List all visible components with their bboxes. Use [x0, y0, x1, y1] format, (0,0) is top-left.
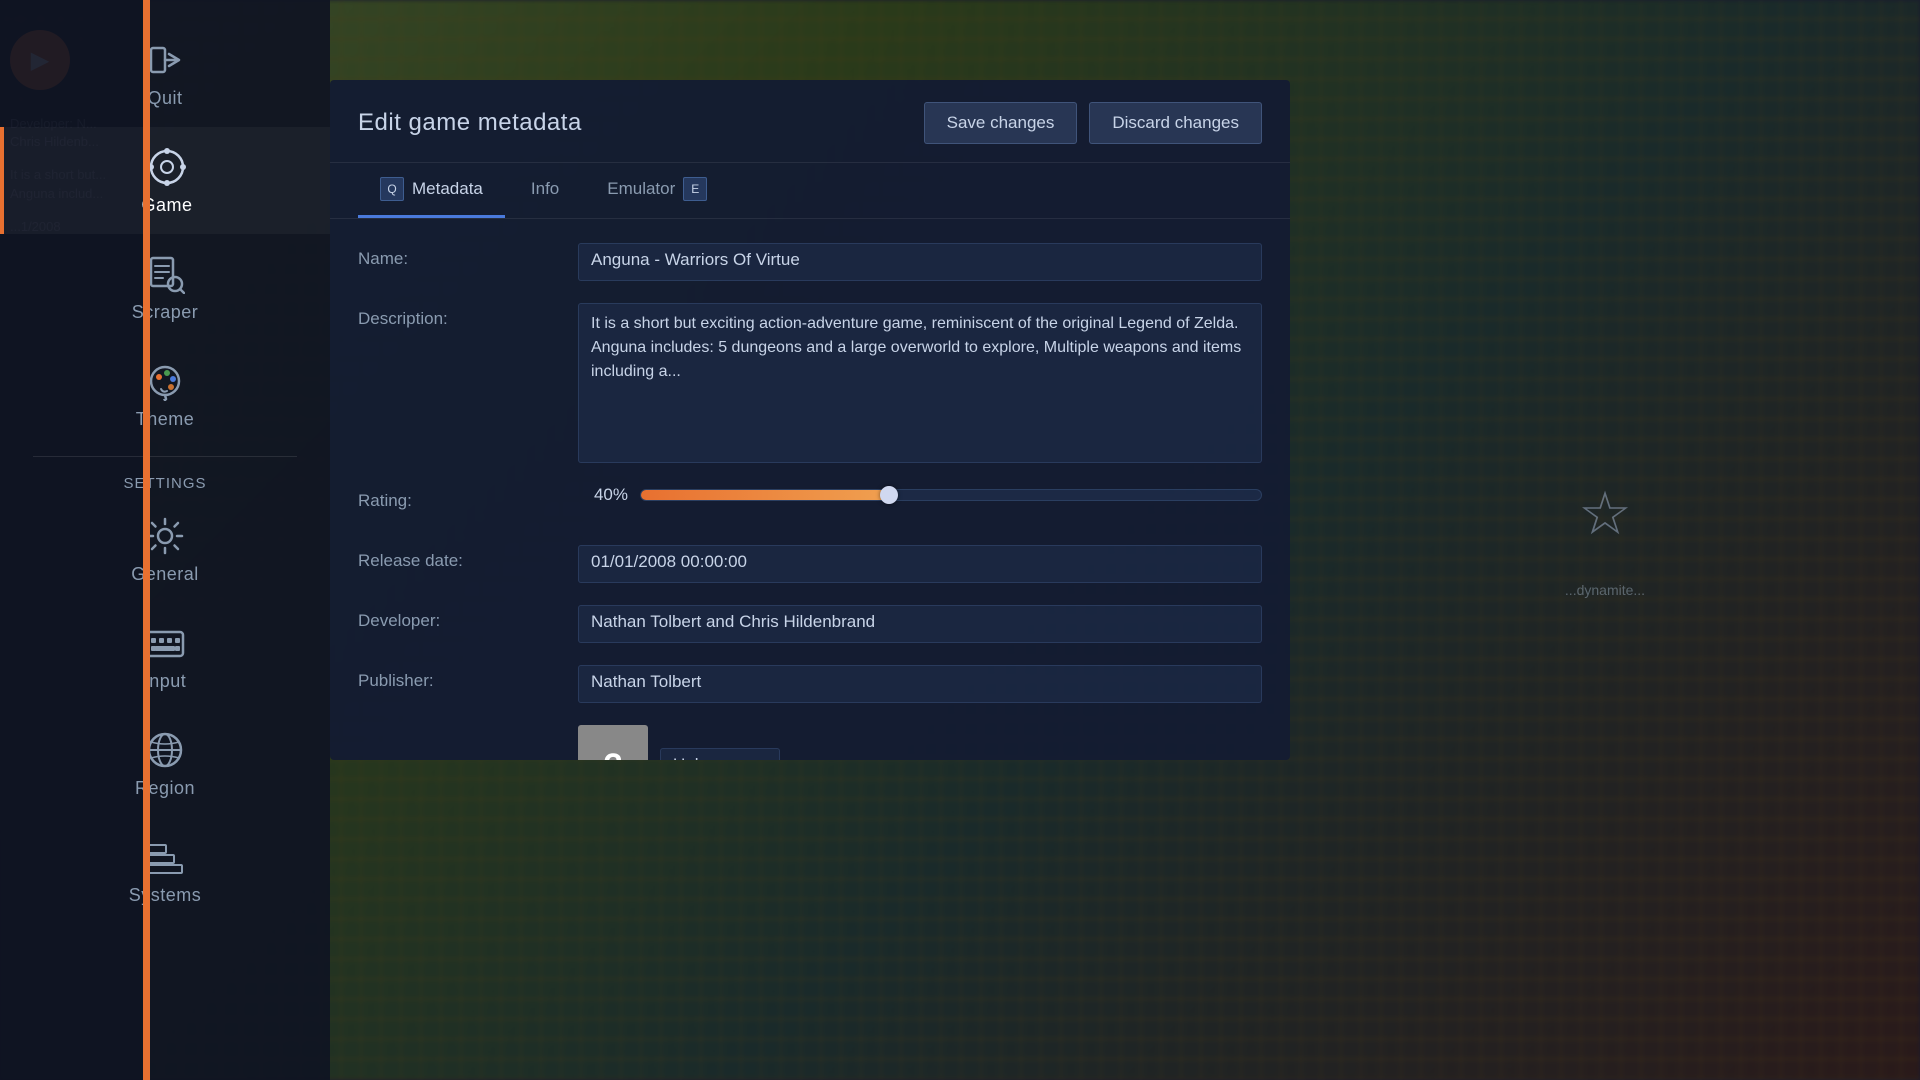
- bg-right-area: ☆ ...dynamite...: [1290, 0, 1920, 1080]
- sidebar-item-general-label: General: [131, 564, 199, 585]
- sidebar-item-game[interactable]: Game: [0, 127, 330, 234]
- name-label: Name:: [358, 243, 578, 269]
- sidebar-item-input[interactable]: Input: [0, 603, 330, 710]
- tab-emulator-label: Emulator: [607, 179, 675, 199]
- tab-info[interactable]: Info: [509, 165, 581, 216]
- game-icon: [145, 145, 189, 189]
- panel-header: Edit game metadata Save changes Discard …: [330, 80, 1290, 163]
- age-rating-control: ? www.pegi.info Unknown ▼: [578, 725, 1262, 760]
- sidebar-item-systems[interactable]: Systems: [0, 817, 330, 924]
- tab-info-label: Info: [531, 179, 559, 199]
- developer-row: Developer: Nathan Tolbert and Chris Hild…: [358, 605, 1262, 643]
- sidebar-divider: [33, 456, 297, 457]
- description-label: Description:: [358, 303, 578, 329]
- panel-title: Edit game metadata: [358, 109, 582, 137]
- age-rating-label: Age rating:: [358, 752, 578, 760]
- release-date-input[interactable]: 01/01/2008 00:00:00: [578, 545, 1262, 583]
- tab-emulator[interactable]: Emulator E: [585, 163, 729, 218]
- sidebar-item-general[interactable]: General: [0, 496, 330, 603]
- emulator-tab-icon: E: [683, 177, 707, 201]
- bg-star-icon: ☆: [1578, 479, 1632, 549]
- tabs-bar: Q Metadata Info Emulator E: [330, 163, 1290, 219]
- publisher-label: Publisher:: [358, 665, 578, 691]
- sidebar-item-region[interactable]: Region: [0, 710, 330, 817]
- rating-control: 40%: [578, 485, 1262, 505]
- age-rating-select[interactable]: Unknown ▼: [660, 748, 780, 760]
- rating-label: Rating:: [358, 485, 578, 511]
- sidebar-item-scraper-label: Scraper: [132, 302, 199, 323]
- description-input[interactable]: It is a short but exciting action-advent…: [578, 303, 1262, 463]
- publisher-input[interactable]: Nathan Tolbert: [578, 665, 1262, 703]
- sidebar: Quit Game Scrape: [0, 0, 330, 1080]
- developer-input[interactable]: Nathan Tolbert and Chris Hildenbrand: [578, 605, 1262, 643]
- name-input[interactable]: Anguna - Warriors Of Virtue: [578, 243, 1262, 281]
- form-content: Name: Anguna - Warriors Of Virtue Descri…: [330, 219, 1290, 760]
- rating-row: Rating: 40%: [358, 485, 1262, 523]
- discard-changes-button[interactable]: Discard changes: [1089, 102, 1262, 144]
- name-row: Name: Anguna - Warriors Of Virtue: [358, 243, 1262, 281]
- publisher-row: Publisher: Nathan Tolbert: [358, 665, 1262, 703]
- release-date-row: Release date: 01/01/2008 00:00:00: [358, 545, 1262, 583]
- sidebar-item-input-label: Input: [144, 671, 187, 692]
- age-rating-dropdown-arrow: ▼: [750, 755, 767, 760]
- rating-handle[interactable]: [880, 486, 898, 504]
- save-changes-button[interactable]: Save changes: [924, 102, 1078, 144]
- rating-slider[interactable]: [640, 489, 1262, 501]
- release-date-label: Release date:: [358, 545, 578, 571]
- sidebar-item-systems-label: Systems: [129, 885, 202, 906]
- main-panel: Edit game metadata Save changes Discard …: [330, 80, 1290, 760]
- tab-metadata[interactable]: Q Metadata: [358, 163, 505, 218]
- developer-label: Developer:: [358, 605, 578, 631]
- rating-fill: [641, 490, 889, 500]
- panel-actions: Save changes Discard changes: [924, 102, 1262, 144]
- pegi-question-mark: ?: [603, 747, 623, 761]
- age-rating-selected-value: Unknown: [673, 755, 744, 760]
- description-row: Description: It is a short but exciting …: [358, 303, 1262, 463]
- sidebar-item-quit-label: Quit: [147, 88, 182, 109]
- sidebar-item-quit[interactable]: Quit: [0, 20, 330, 127]
- metadata-tab-icon: Q: [380, 177, 404, 201]
- bg-right-text: ...dynamite...: [1565, 579, 1645, 601]
- rating-percent-value: 40%: [578, 485, 628, 505]
- tab-metadata-label: Metadata: [412, 179, 483, 199]
- settings-section-label: Settings: [0, 465, 330, 496]
- sidebar-item-theme[interactable]: Theme: [0, 341, 330, 448]
- sidebar-item-scraper[interactable]: Scraper: [0, 234, 330, 341]
- sidebar-accent-bar: [143, 0, 150, 1080]
- age-rating-row: Age rating: ? www.pegi.info Unknown ▼: [358, 725, 1262, 760]
- pegi-image: ? www.pegi.info: [578, 725, 648, 760]
